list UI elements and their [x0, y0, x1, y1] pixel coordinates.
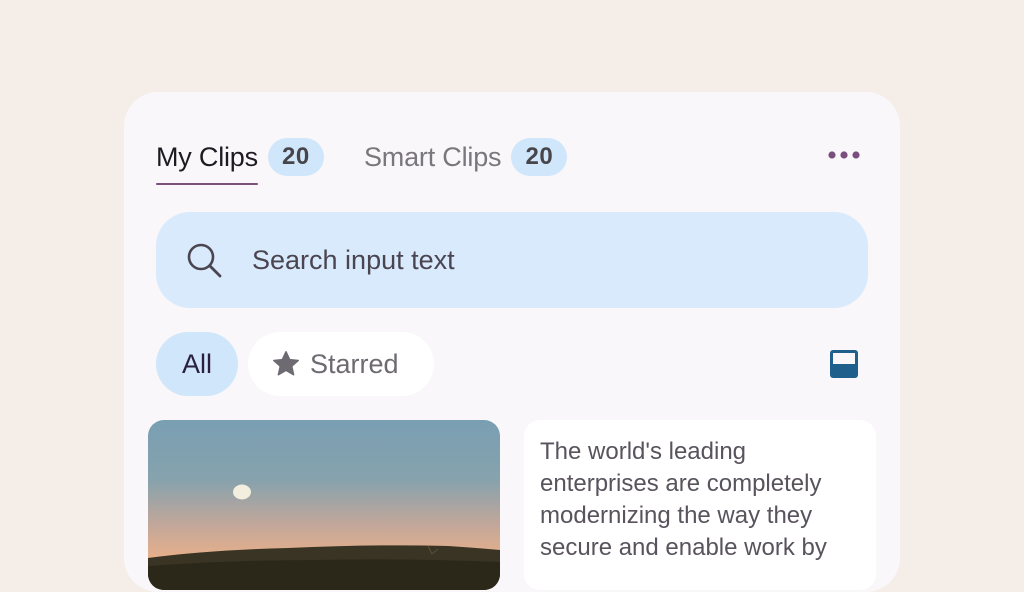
more-options-button[interactable]: [820, 140, 868, 170]
search-bar[interactable]: Search input text: [156, 212, 868, 308]
tab-my-clips[interactable]: My Clips 20: [156, 136, 324, 185]
more-horizontal-icon: [828, 151, 860, 159]
smart-clips-count-badge: 20: [511, 138, 568, 176]
clip-card-image[interactable]: [148, 420, 500, 590]
filter-chip-all[interactable]: All: [156, 332, 238, 396]
filter-starred-label: Starred: [310, 348, 399, 379]
star-icon: [270, 348, 302, 380]
clip-card-text[interactable]: The world's leading enterprises are comp…: [524, 420, 876, 590]
filter-chip-starred[interactable]: Starred: [248, 332, 434, 396]
landscape-moon-image: [148, 420, 500, 590]
layout-toggle-icon: [830, 350, 858, 378]
my-clips-count-badge: 20: [267, 138, 324, 176]
tab-smart-clips-label: Smart Clips: [364, 141, 502, 172]
search-input[interactable]: Search input text: [252, 245, 455, 276]
tab-my-clips-label: My Clips: [156, 141, 258, 185]
clip-text-content: The world's leading enterprises are comp…: [540, 438, 827, 561]
tab-smart-clips[interactable]: Smart Clips 20: [364, 136, 568, 178]
layout-toggle-button[interactable]: [824, 344, 864, 384]
search-icon: [184, 240, 224, 280]
